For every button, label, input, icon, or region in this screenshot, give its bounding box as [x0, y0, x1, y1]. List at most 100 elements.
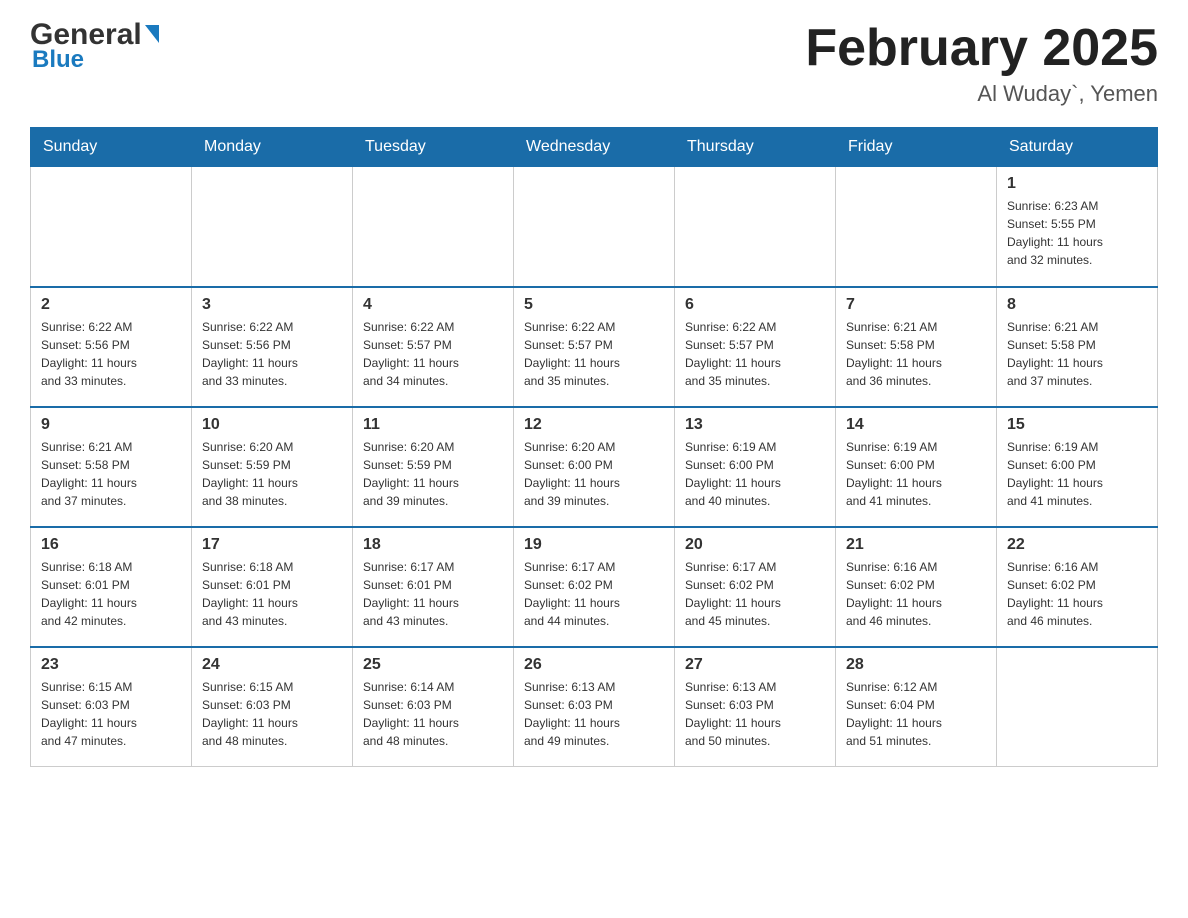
day-number: 8	[1007, 296, 1147, 314]
day-info: Sunrise: 6:21 AMSunset: 5:58 PMDaylight:…	[846, 318, 986, 390]
location-title: Al Wuday`, Yemen	[805, 81, 1158, 107]
day-number: 2	[41, 296, 181, 314]
calendar-cell: 8 Sunrise: 6:21 AMSunset: 5:58 PMDaylight…	[997, 287, 1158, 407]
day-number: 17	[202, 536, 342, 554]
day-info: Sunrise: 6:15 AMSunset: 6:03 PMDaylight:…	[202, 678, 342, 750]
day-number: 15	[1007, 416, 1147, 434]
calendar-cell: 10 Sunrise: 6:20 AMSunset: 5:59 PMDayligh…	[192, 407, 353, 527]
day-number: 22	[1007, 536, 1147, 554]
calendar-cell: 16 Sunrise: 6:18 AMSunset: 6:01 PMDayligh…	[31, 527, 192, 647]
day-info: Sunrise: 6:18 AMSunset: 6:01 PMDaylight:…	[41, 558, 181, 630]
day-info: Sunrise: 6:20 AMSunset: 5:59 PMDaylight:…	[202, 438, 342, 510]
day-number: 21	[846, 536, 986, 554]
calendar-cell: 25 Sunrise: 6:14 AMSunset: 6:03 PMDayligh…	[353, 647, 514, 767]
day-info: Sunrise: 6:17 AMSunset: 6:02 PMDaylight:…	[685, 558, 825, 630]
day-info: Sunrise: 6:20 AMSunset: 5:59 PMDaylight:…	[363, 438, 503, 510]
calendar-week-row: 9Sunrise: 6:21 AMSunset: 5:58 PMDaylight…	[31, 407, 1158, 527]
day-number: 23	[41, 656, 181, 674]
calendar-cell	[997, 647, 1158, 767]
day-number: 16	[41, 536, 181, 554]
month-title: February 2025	[805, 20, 1158, 77]
calendar-cell: 21 Sunrise: 6:16 AMSunset: 6:02 PMDayligh…	[836, 527, 997, 647]
day-number: 7	[846, 296, 986, 314]
calendar-week-row: 23 Sunrise: 6:15 AMSunset: 6:03 PMDayligh…	[31, 647, 1158, 767]
weekday-header-monday: Monday	[192, 128, 353, 167]
day-number: 14	[846, 416, 986, 434]
day-info: Sunrise: 6:20 AMSunset: 6:00 PMDaylight:…	[524, 438, 664, 510]
day-info: Sunrise: 6:14 AMSunset: 6:03 PMDaylight:…	[363, 678, 503, 750]
day-number: 26	[524, 656, 664, 674]
day-info: Sunrise: 6:15 AMSunset: 6:03 PMDaylight:…	[41, 678, 181, 750]
calendar-cell: 2 Sunrise: 6:22 AMSunset: 5:56 PMDaylight…	[31, 287, 192, 407]
calendar-cell: 4 Sunrise: 6:22 AMSunset: 5:57 PMDaylight…	[353, 287, 514, 407]
day-info: Sunrise: 6:13 AMSunset: 6:03 PMDaylight:…	[524, 678, 664, 750]
day-info: Sunrise: 6:19 AMSunset: 6:00 PMDaylight:…	[1007, 438, 1147, 510]
day-number: 12	[524, 416, 664, 434]
day-info: Sunrise: 6:22 AMSunset: 5:57 PMDaylight:…	[363, 318, 503, 390]
day-info: Sunrise: 6:22 AMSunset: 5:56 PMDaylight:…	[202, 318, 342, 390]
calendar-cell: 19 Sunrise: 6:17 AMSunset: 6:02 PMDayligh…	[514, 527, 675, 647]
calendar-cell	[31, 167, 192, 287]
calendar-cell: 12 Sunrise: 6:20 AMSunset: 6:00 PMDayligh…	[514, 407, 675, 527]
day-number: 6	[685, 296, 825, 314]
day-number: 1	[1007, 175, 1147, 193]
calendar-cell	[836, 167, 997, 287]
calendar-cell: 20 Sunrise: 6:17 AMSunset: 6:02 PMDayligh…	[675, 527, 836, 647]
day-number: 3	[202, 296, 342, 314]
day-number: 28	[846, 656, 986, 674]
day-info: Sunrise: 6:17 AMSunset: 6:02 PMDaylight:…	[524, 558, 664, 630]
calendar-cell	[192, 167, 353, 287]
calendar-cell: 1 Sunrise: 6:23 AMSunset: 5:55 PMDaylight…	[997, 167, 1158, 287]
calendar-cell: 17Sunrise: 6:18 AMSunset: 6:01 PMDayligh…	[192, 527, 353, 647]
calendar-cell	[353, 167, 514, 287]
weekday-header-sunday: Sunday	[31, 128, 192, 167]
day-info: Sunrise: 6:21 AMSunset: 5:58 PMDaylight:…	[1007, 318, 1147, 390]
day-number: 10	[202, 416, 342, 434]
calendar-cell: 6 Sunrise: 6:22 AMSunset: 5:57 PMDaylight…	[675, 287, 836, 407]
day-number: 11	[363, 416, 503, 434]
weekday-header-thursday: Thursday	[675, 128, 836, 167]
day-info: Sunrise: 6:22 AMSunset: 5:56 PMDaylight:…	[41, 318, 181, 390]
day-number: 27	[685, 656, 825, 674]
calendar-cell: 18Sunrise: 6:17 AMSunset: 6:01 PMDayligh…	[353, 527, 514, 647]
calendar-cell: 22 Sunrise: 6:16 AMSunset: 6:02 PMDayligh…	[997, 527, 1158, 647]
day-info: Sunrise: 6:13 AMSunset: 6:03 PMDaylight:…	[685, 678, 825, 750]
calendar-cell: 24 Sunrise: 6:15 AMSunset: 6:03 PMDayligh…	[192, 647, 353, 767]
calendar-cell: 15 Sunrise: 6:19 AMSunset: 6:00 PMDayligh…	[997, 407, 1158, 527]
day-info: Sunrise: 6:19 AMSunset: 6:00 PMDaylight:…	[685, 438, 825, 510]
page-header: General Blue February 2025 Al Wuday`, Ye…	[30, 20, 1158, 107]
day-number: 13	[685, 416, 825, 434]
day-number: 20	[685, 536, 825, 554]
day-number: 9	[41, 416, 181, 434]
calendar-cell: 13 Sunrise: 6:19 AMSunset: 6:00 PMDayligh…	[675, 407, 836, 527]
day-info: Sunrise: 6:12 AMSunset: 6:04 PMDaylight:…	[846, 678, 986, 750]
weekday-header-saturday: Saturday	[997, 128, 1158, 167]
day-number: 24	[202, 656, 342, 674]
weekday-header-row: SundayMondayTuesdayWednesdayThursdayFrid…	[31, 128, 1158, 167]
day-info: Sunrise: 6:16 AMSunset: 6:02 PMDaylight:…	[846, 558, 986, 630]
calendar-cell: 23 Sunrise: 6:15 AMSunset: 6:03 PMDayligh…	[31, 647, 192, 767]
calendar-cell: 5Sunrise: 6:22 AMSunset: 5:57 PMDaylight…	[514, 287, 675, 407]
day-number: 25	[363, 656, 503, 674]
logo: General Blue	[30, 20, 159, 74]
calendar-cell: 11 Sunrise: 6:20 AMSunset: 5:59 PMDayligh…	[353, 407, 514, 527]
day-number: 19	[524, 536, 664, 554]
day-info: Sunrise: 6:22 AMSunset: 5:57 PMDaylight:…	[685, 318, 825, 390]
day-info: Sunrise: 6:22 AMSunset: 5:57 PMDaylight:…	[524, 318, 664, 390]
day-info: Sunrise: 6:17 AMSunset: 6:01 PMDaylight:…	[363, 558, 503, 630]
calendar-cell: 27 Sunrise: 6:13 AMSunset: 6:03 PMDayligh…	[675, 647, 836, 767]
calendar-cell: 9Sunrise: 6:21 AMSunset: 5:58 PMDaylight…	[31, 407, 192, 527]
day-info: Sunrise: 6:16 AMSunset: 6:02 PMDaylight:…	[1007, 558, 1147, 630]
day-info: Sunrise: 6:23 AMSunset: 5:55 PMDaylight:…	[1007, 197, 1147, 269]
calendar-week-row: 16 Sunrise: 6:18 AMSunset: 6:01 PMDayligh…	[31, 527, 1158, 647]
day-info: Sunrise: 6:19 AMSunset: 6:00 PMDaylight:…	[846, 438, 986, 510]
calendar-cell	[514, 167, 675, 287]
calendar-week-row: 1 Sunrise: 6:23 AMSunset: 5:55 PMDaylight…	[31, 167, 1158, 287]
calendar-cell: 14 Sunrise: 6:19 AMSunset: 6:00 PMDayligh…	[836, 407, 997, 527]
day-number: 4	[363, 296, 503, 314]
weekday-header-wednesday: Wednesday	[514, 128, 675, 167]
weekday-header-tuesday: Tuesday	[353, 128, 514, 167]
calendar-table: SundayMondayTuesdayWednesdayThursdayFrid…	[30, 127, 1158, 767]
calendar-week-row: 2 Sunrise: 6:22 AMSunset: 5:56 PMDaylight…	[31, 287, 1158, 407]
weekday-header-friday: Friday	[836, 128, 997, 167]
